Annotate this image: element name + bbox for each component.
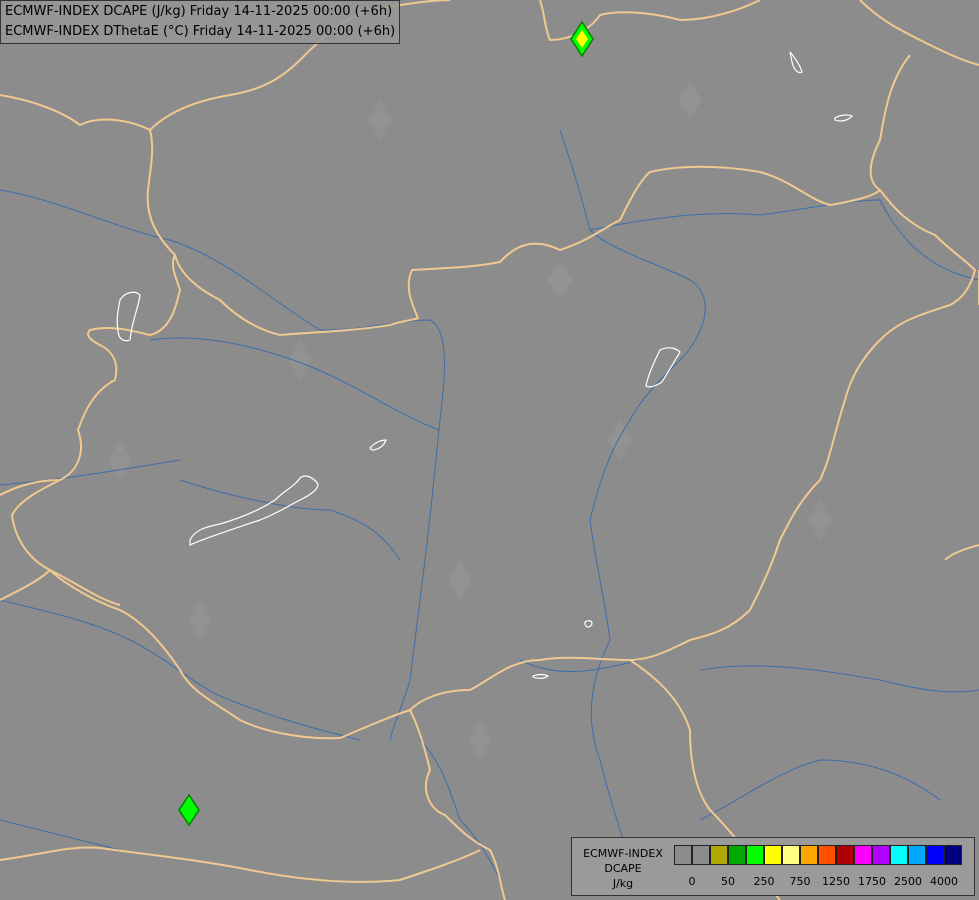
legend-swatch bbox=[836, 845, 854, 865]
legend-swatch bbox=[872, 845, 890, 865]
map-background bbox=[0, 0, 979, 900]
legend-tick-label: 0 bbox=[688, 875, 696, 888]
legend-swatch bbox=[890, 845, 908, 865]
legend-tick-label: 250 bbox=[753, 875, 775, 888]
legend-swatch bbox=[818, 845, 836, 865]
legend-swatch bbox=[710, 845, 728, 865]
legend-swatch bbox=[800, 845, 818, 865]
legend-swatch bbox=[764, 845, 782, 865]
legend-title: ECMWF-INDEX DCAPE J/kg bbox=[576, 846, 670, 891]
legend-tick-label: 750 bbox=[789, 875, 811, 888]
legend-swatch bbox=[782, 845, 800, 865]
color-legend: ECMWF-INDEX DCAPE J/kg 0 50 250 750 1250 1750… bbox=[571, 837, 975, 896]
legend-swatches bbox=[674, 845, 962, 867]
forecast-map bbox=[0, 0, 979, 900]
title-dthetae: ECMWF-INDEX DThetaE (°C) Friday 14-11-20… bbox=[5, 24, 396, 39]
legend-swatch bbox=[674, 845, 692, 865]
legend-title-line1: ECMWF-INDEX bbox=[583, 847, 663, 860]
legend-title-line2: DCAPE bbox=[604, 862, 642, 875]
legend-tick-label: 1750 bbox=[858, 875, 886, 888]
legend-swatch bbox=[926, 845, 944, 865]
legend-tick-label: 1250 bbox=[822, 875, 850, 888]
legend-swatch bbox=[944, 845, 962, 865]
legend-swatch bbox=[854, 845, 872, 865]
map-title: ECMWF-INDEX DCAPE (J/kg) Friday 14-11-20… bbox=[0, 0, 401, 44]
legend-unit: J/kg bbox=[612, 877, 634, 890]
title-dcape: ECMWF-INDEX DCAPE (J/kg) Friday 14-11-20… bbox=[5, 4, 393, 19]
legend-tick-label: 50 bbox=[721, 875, 735, 888]
legend-tick-label: 4000 bbox=[930, 875, 958, 888]
legend-swatch bbox=[692, 845, 710, 865]
legend-ticks: 0 50 250 750 1250 1750 2500 4000 bbox=[674, 875, 974, 891]
legend-swatch bbox=[728, 845, 746, 865]
legend-swatch bbox=[908, 845, 926, 865]
legend-tick-label: 2500 bbox=[894, 875, 922, 888]
legend-swatch bbox=[746, 845, 764, 865]
